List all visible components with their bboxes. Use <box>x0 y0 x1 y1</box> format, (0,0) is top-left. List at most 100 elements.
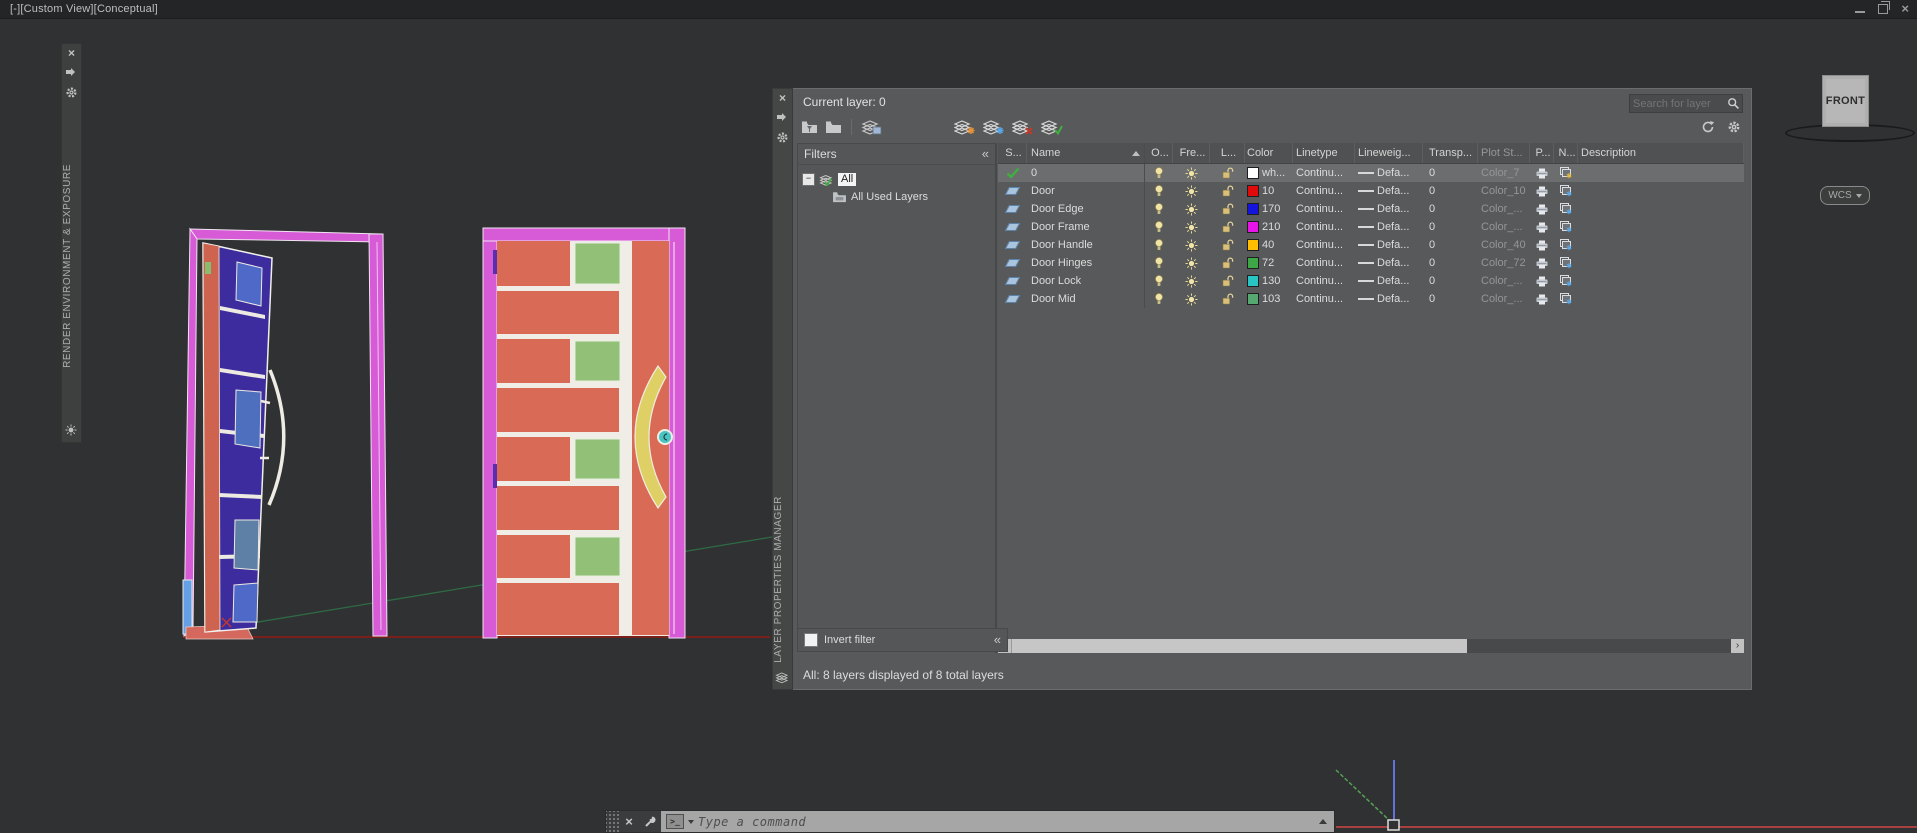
filter-label-all-used[interactable]: All Used Layers <box>851 191 928 203</box>
layer-color-cell[interactable]: 210 <box>1245 218 1293 236</box>
customize-wrench-icon[interactable] <box>639 811 661 832</box>
vp-freeze-icon[interactable] <box>1559 167 1573 179</box>
color-swatch[interactable] <box>1247 239 1259 251</box>
color-swatch[interactable] <box>1247 185 1259 197</box>
column-header-0[interactable]: S... <box>998 143 1027 163</box>
drag-handle[interactable] <box>606 811 619 832</box>
sort-ascending-icon[interactable] <box>1132 150 1140 156</box>
color-swatch[interactable] <box>1247 275 1259 287</box>
command-input-area[interactable]: >_ Type a command <box>661 811 1334 832</box>
lightbulb-on-icon[interactable] <box>1154 184 1164 198</box>
layer-row[interactable]: Door Hinges 72 Continu... Defa... 0 Colo… <box>998 254 1744 272</box>
gear-icon[interactable] <box>65 86 78 99</box>
recent-commands-icon[interactable] <box>688 819 694 824</box>
layer-on-cell[interactable] <box>1145 218 1173 236</box>
color-swatch[interactable] <box>1247 221 1259 233</box>
vp-freeze-icon[interactable] <box>1559 293 1573 305</box>
expand-history-icon[interactable] <box>1319 819 1327 824</box>
layer-description-cell[interactable] <box>1578 254 1744 272</box>
collapse-filters-icon[interactable]: « <box>982 147 989 160</box>
command-prompt-icon[interactable]: >_ <box>666 814 684 829</box>
layer-plot-cell[interactable] <box>1530 290 1554 308</box>
layer-color-cell[interactable]: 170 <box>1245 200 1293 218</box>
sun-thaw-icon[interactable] <box>1185 221 1198 234</box>
layer-lineweight-cell[interactable]: Defa... <box>1355 164 1423 182</box>
layer-lineweight-cell[interactable]: Defa... <box>1355 290 1423 308</box>
layer-transparency-cell[interactable]: 0 <box>1423 200 1478 218</box>
layer-description-cell[interactable] <box>1578 236 1744 254</box>
column-header-11[interactable]: N... <box>1554 143 1578 163</box>
layer-lock-cell[interactable] <box>1210 236 1245 254</box>
layer-lock-cell[interactable] <box>1210 200 1245 218</box>
layer-lock-cell[interactable] <box>1210 272 1245 290</box>
new-group-filter-button[interactable] <box>825 120 842 134</box>
column-header-9[interactable]: Plot St... <box>1478 143 1530 163</box>
vp-freeze-icon[interactable] <box>1559 257 1573 269</box>
printer-icon[interactable] <box>1536 258 1548 269</box>
pin-icon[interactable] <box>776 111 788 123</box>
layer-transparency-cell[interactable]: 0 <box>1423 218 1478 236</box>
layer-transparency-cell[interactable]: 0 <box>1423 164 1478 182</box>
printer-icon[interactable] <box>1536 240 1548 251</box>
printer-icon[interactable] <box>1536 222 1548 233</box>
layer-vp-freeze-cell[interactable] <box>1554 254 1578 272</box>
lightbulb-on-icon[interactable] <box>1154 238 1164 252</box>
sun-icon[interactable] <box>65 424 77 436</box>
layer-lineweight-cell[interactable]: Defa... <box>1355 236 1423 254</box>
column-header-12[interactable]: Description <box>1578 143 1744 163</box>
lightbulb-on-icon[interactable] <box>1154 292 1164 306</box>
layer-status-cell[interactable] <box>998 182 1027 200</box>
layer-lock-cell[interactable] <box>1210 182 1245 200</box>
layer-row[interactable]: Door Handle 40 Continu... Defa... 0 Colo… <box>998 236 1744 254</box>
layer-freeze-cell[interactable] <box>1173 164 1210 182</box>
close-icon[interactable]: × <box>619 811 639 832</box>
minimize-icon[interactable] <box>1855 11 1866 13</box>
layer-freeze-cell[interactable] <box>1173 272 1210 290</box>
filter-tree-item-all-used[interactable]: All Used Layers <box>832 188 991 205</box>
layer-transparency-cell[interactable]: 0 <box>1423 254 1478 272</box>
color-swatch[interactable] <box>1247 257 1259 269</box>
layer-name[interactable]: Door Lock <box>1027 272 1145 290</box>
printer-icon[interactable] <box>1536 204 1548 215</box>
delete-layer-button[interactable] <box>1012 119 1034 135</box>
viewport-controls-label[interactable]: [-][Custom View][Conceptual] <box>10 3 158 15</box>
layer-name[interactable]: Door Frame <box>1027 218 1145 236</box>
layer-lock-cell[interactable] <box>1210 218 1245 236</box>
unlock-icon[interactable] <box>1222 184 1234 198</box>
layer-color-cell[interactable]: wh... <box>1245 164 1293 182</box>
horizontal-scrollbar[interactable]: ‹ › <box>998 639 1744 653</box>
layer-transparency-cell[interactable]: 0 <box>1423 236 1478 254</box>
layer-color-cell[interactable]: 72 <box>1245 254 1293 272</box>
layer-lineweight-cell[interactable]: Defa... <box>1355 272 1423 290</box>
layer-on-cell[interactable] <box>1145 254 1173 272</box>
layer-freeze-cell[interactable] <box>1173 254 1210 272</box>
layer-freeze-cell[interactable] <box>1173 182 1210 200</box>
layer-on-cell[interactable] <box>1145 236 1173 254</box>
layer-vp-freeze-cell[interactable] <box>1554 290 1578 308</box>
collapse-invert-icon[interactable]: « <box>994 633 1001 646</box>
layer-lock-cell[interactable] <box>1210 290 1245 308</box>
color-swatch[interactable] <box>1247 203 1259 215</box>
search-icon[interactable] <box>1727 97 1740 110</box>
layer-on-cell[interactable] <box>1145 272 1173 290</box>
sun-thaw-icon[interactable] <box>1185 185 1198 198</box>
refresh-icon[interactable] <box>1701 120 1715 134</box>
new-layer-button[interactable] <box>954 119 976 135</box>
render-environment-panel-strip[interactable]: × RENDER ENVIRONMENT & EXPOSURE <box>61 43 82 443</box>
column-header-4[interactable]: L... <box>1210 143 1245 163</box>
vp-freeze-icon[interactable] <box>1559 275 1573 287</box>
layer-plot-cell[interactable] <box>1530 236 1554 254</box>
filter-tree-item-all[interactable]: − All <box>802 171 991 188</box>
layer-linetype-cell[interactable]: Continu... <box>1293 218 1355 236</box>
layer-color-cell[interactable]: 40 <box>1245 236 1293 254</box>
layer-linetype-cell[interactable]: Continu... <box>1293 290 1355 308</box>
column-header-10[interactable]: P... <box>1530 143 1554 163</box>
collapse-node-icon[interactable]: − <box>802 173 815 186</box>
layer-name[interactable]: Door Hinges <box>1027 254 1145 272</box>
layer-name[interactable]: Door Handle <box>1027 236 1145 254</box>
panel-splitter[interactable] <box>995 143 997 653</box>
search-input[interactable] <box>1630 97 1727 110</box>
layer-states-manager-button[interactable] <box>861 119 882 135</box>
sun-thaw-icon[interactable] <box>1185 275 1198 288</box>
layer-description-cell[interactable] <box>1578 272 1744 290</box>
